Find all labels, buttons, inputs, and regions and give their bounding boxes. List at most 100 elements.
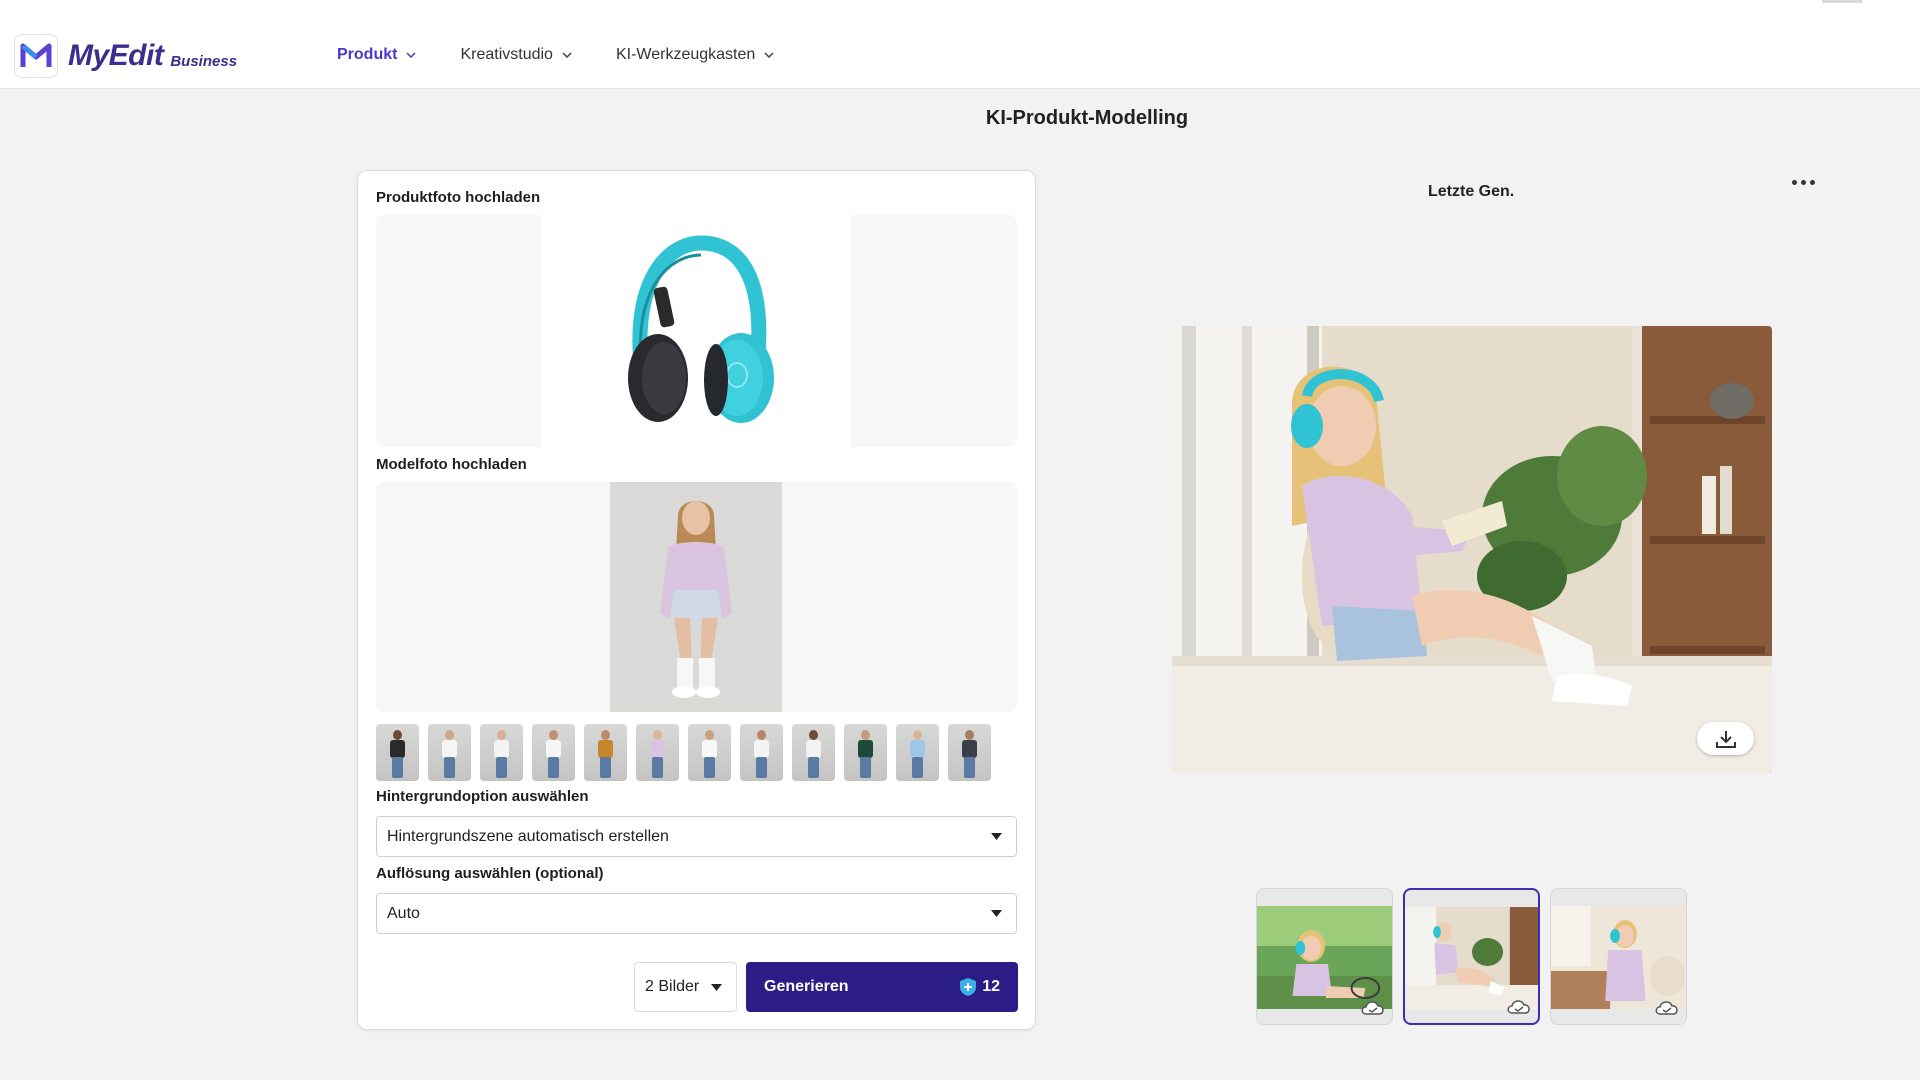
product-upload-area[interactable] xyxy=(376,215,1017,447)
preset-legs xyxy=(964,757,975,778)
chevron-down-icon xyxy=(406,52,416,58)
preset-head xyxy=(549,730,558,740)
generation-thumb-image xyxy=(1257,906,1392,1009)
preset-legs xyxy=(808,757,819,778)
generation-thumb-image xyxy=(1551,906,1686,1009)
download-icon xyxy=(1715,730,1736,748)
nav-kreativstudio-label: Kreativstudio xyxy=(460,46,553,63)
more-options-icon[interactable] xyxy=(1792,174,1818,190)
credit-count: 12 xyxy=(982,978,1000,995)
settings-panel: Produktfoto hochladen Modelfoto hochlade… xyxy=(357,170,1036,1030)
top-header: MyEdit Business Produkt Kreativstudio KI… xyxy=(0,0,1920,89)
preset-shirt xyxy=(650,740,665,758)
preset-head xyxy=(809,730,818,740)
preset-head xyxy=(965,730,974,740)
recent-generations-label: Letzte Gen. xyxy=(1428,183,1515,200)
nav-ki-werkzeugkasten[interactable]: KI-Werkzeugkasten xyxy=(616,46,774,64)
model-preset-thumb-8[interactable] xyxy=(740,724,783,781)
background-option-label: Hintergrundoption auswählen xyxy=(376,788,589,805)
model-preset-thumb-9[interactable] xyxy=(792,724,835,781)
preset-head xyxy=(393,730,402,740)
model-preset-thumb-7[interactable] xyxy=(688,724,731,781)
caret-down-icon xyxy=(991,833,1002,840)
caret-down-icon xyxy=(711,984,722,991)
nav-ki-werkzeugkasten-label: KI-Werkzeugkasten xyxy=(615,46,756,63)
preset-shirt xyxy=(962,740,977,758)
brand-subtitle: Business xyxy=(170,52,238,70)
cloud-upload-icon xyxy=(1507,1000,1530,1014)
preset-shirt xyxy=(858,740,873,758)
preset-shirt xyxy=(546,740,561,758)
model-preset-thumb-11[interactable] xyxy=(896,724,939,781)
model-preset-thumb-3[interactable] xyxy=(480,724,523,781)
model-girl-image xyxy=(610,482,782,712)
preset-shirt xyxy=(754,740,769,758)
preset-head xyxy=(497,730,506,740)
model-preset-thumb-10[interactable] xyxy=(844,724,887,781)
preset-head xyxy=(445,730,454,740)
resolution-select-value: Auto xyxy=(387,904,420,922)
chevron-down-icon xyxy=(562,52,572,58)
nav-produkt-label: Produkt xyxy=(337,46,398,63)
preset-head xyxy=(601,730,610,740)
cloud-upload-icon xyxy=(1361,1001,1384,1015)
model-preset-thumb-4[interactable] xyxy=(532,724,575,781)
preset-legs xyxy=(860,757,871,778)
background-select[interactable]: Hintergrundszene automatisch erstellen xyxy=(376,816,1017,857)
model-upload-area[interactable] xyxy=(376,482,1017,712)
model-preset-thumb-1[interactable] xyxy=(376,724,419,781)
caret-down-icon xyxy=(991,910,1002,917)
brand-logo[interactable]: MyEdit Business xyxy=(14,34,237,78)
preset-shirt xyxy=(598,740,613,758)
model-upload-label: Modelfoto hochladen xyxy=(376,456,527,473)
generation-thumb-image xyxy=(1405,907,1538,1010)
credit-cost: 12 xyxy=(959,977,1000,997)
preset-legs xyxy=(652,757,663,778)
brand-name: MyEdit xyxy=(68,39,164,72)
nav-produkt[interactable]: Produkt xyxy=(337,46,416,64)
preset-shirt xyxy=(442,740,457,758)
product-upload-label: Produktfoto hochladen xyxy=(376,189,541,206)
model-photo xyxy=(610,482,782,712)
model-preset-thumb-5[interactable] xyxy=(584,724,627,781)
preset-legs xyxy=(756,757,767,778)
preset-head xyxy=(861,730,870,740)
generation-thumb-1[interactable] xyxy=(1256,888,1393,1025)
image-count-value: 2 Bilder xyxy=(645,978,700,995)
page-title: KI-Produkt-Modelling xyxy=(985,107,1189,129)
model-preset-thumb-6[interactable] xyxy=(636,724,679,781)
preset-legs xyxy=(600,757,611,778)
preset-shirt xyxy=(702,740,717,758)
preset-legs xyxy=(496,757,507,778)
resolution-select[interactable]: Auto xyxy=(376,893,1017,934)
preset-shirt xyxy=(494,740,509,758)
generate-button-label: Generieren xyxy=(764,978,849,995)
preset-head xyxy=(913,730,922,740)
product-photo xyxy=(541,215,851,447)
generation-thumb-2[interactable] xyxy=(1403,888,1540,1025)
background-select-value: Hintergrundszene automatisch erstellen xyxy=(387,827,669,845)
main-nav: Produkt Kreativstudio KI-Werkzeugkasten xyxy=(337,46,818,64)
nav-kreativstudio[interactable]: Kreativstudio xyxy=(460,46,572,64)
preset-legs xyxy=(912,757,923,778)
generation-thumb-3[interactable] xyxy=(1550,888,1687,1025)
preset-shirt xyxy=(806,740,821,758)
generated-result-image xyxy=(1172,326,1772,773)
generate-button[interactable]: Generieren 12 xyxy=(746,962,1018,1012)
preset-head xyxy=(653,730,662,740)
header-corner-divider xyxy=(1822,0,1862,3)
model-preset-list xyxy=(376,724,991,781)
generation-history xyxy=(1256,888,1687,1025)
myedit-logo-icon xyxy=(14,34,58,78)
credit-shield-icon xyxy=(960,978,977,996)
cloud-upload-icon xyxy=(1655,1001,1678,1015)
headphones-product-image xyxy=(628,235,774,423)
preset-legs xyxy=(444,757,455,778)
download-button[interactable] xyxy=(1697,722,1754,755)
chevron-down-icon xyxy=(764,52,774,58)
model-preset-thumb-12[interactable] xyxy=(948,724,991,781)
model-preset-thumb-2[interactable] xyxy=(428,724,471,781)
image-count-dropdown[interactable]: 2 Bilder xyxy=(634,962,737,1012)
preset-shirt xyxy=(910,740,925,758)
preset-legs xyxy=(548,757,559,778)
